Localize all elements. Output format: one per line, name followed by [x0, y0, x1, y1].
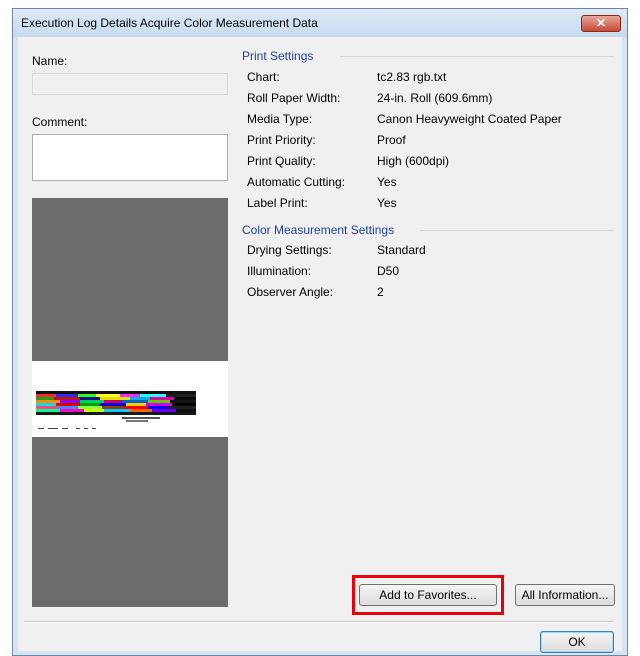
color-setting-value: D50 — [377, 264, 400, 278]
comment-field[interactable] — [32, 134, 228, 181]
color-setting-value: 2 — [377, 285, 384, 299]
print-setting-value: Canon Heavyweight Coated Paper — [377, 112, 562, 126]
footer-divider — [24, 621, 614, 623]
dialog-window: Execution Log Details Acquire Color Meas… — [12, 8, 628, 656]
window-title: Execution Log Details Acquire Color Meas… — [21, 16, 318, 30]
print-settings-divider — [340, 56, 614, 57]
print-setting-value: tc2.83 rgb.txt — [377, 70, 447, 84]
ok-button[interactable]: OK — [540, 631, 614, 653]
print-setting-value: Yes — [377, 175, 397, 189]
preview-paper-sheet — [32, 361, 228, 437]
color-setting-value: Standard — [377, 243, 426, 257]
color-setting-key: Drying Settings: — [247, 243, 332, 257]
all-information-button[interactable]: All Information... — [515, 584, 615, 606]
print-settings-header: Print Settings — [242, 49, 314, 63]
print-setting-key: Chart: — [247, 70, 280, 84]
close-button[interactable]: ✕ — [581, 15, 621, 32]
print-setting-key: Automatic Cutting: — [247, 175, 346, 189]
print-setting-key: Print Quality: — [247, 154, 316, 168]
close-icon: ✕ — [595, 16, 607, 30]
color-setting-key: Illumination: — [247, 264, 312, 278]
title-bar: Execution Log Details Acquire Color Meas… — [13, 9, 627, 37]
print-setting-key: Label Print: — [247, 196, 308, 210]
name-field — [32, 73, 228, 95]
print-setting-value: High (600dpi) — [377, 154, 450, 168]
print-setting-key: Roll Paper Width: — [247, 91, 341, 105]
add-to-favorites-button[interactable]: Add to Favorites... — [359, 584, 497, 606]
comment-label: Comment: — [32, 115, 88, 129]
print-setting-key: Print Priority: — [247, 133, 316, 147]
color-measurement-divider — [420, 230, 614, 231]
chart-preview-image — [32, 198, 228, 607]
name-label: Name: — [32, 54, 68, 68]
print-setting-key: Media Type: — [247, 112, 313, 126]
color-setting-key: Observer Angle: — [247, 285, 334, 299]
color-patch-chart-thumbnail — [36, 391, 196, 429]
print-setting-value: Proof — [377, 133, 406, 147]
print-setting-value: 24-in. Roll (609.6mm) — [377, 91, 493, 105]
color-measurement-settings-header: Color Measurement Settings — [242, 223, 395, 237]
dialog-body: Name: Comment: Print Settings Chart: tc2… — [18, 37, 622, 653]
print-setting-value: Yes — [377, 196, 397, 210]
